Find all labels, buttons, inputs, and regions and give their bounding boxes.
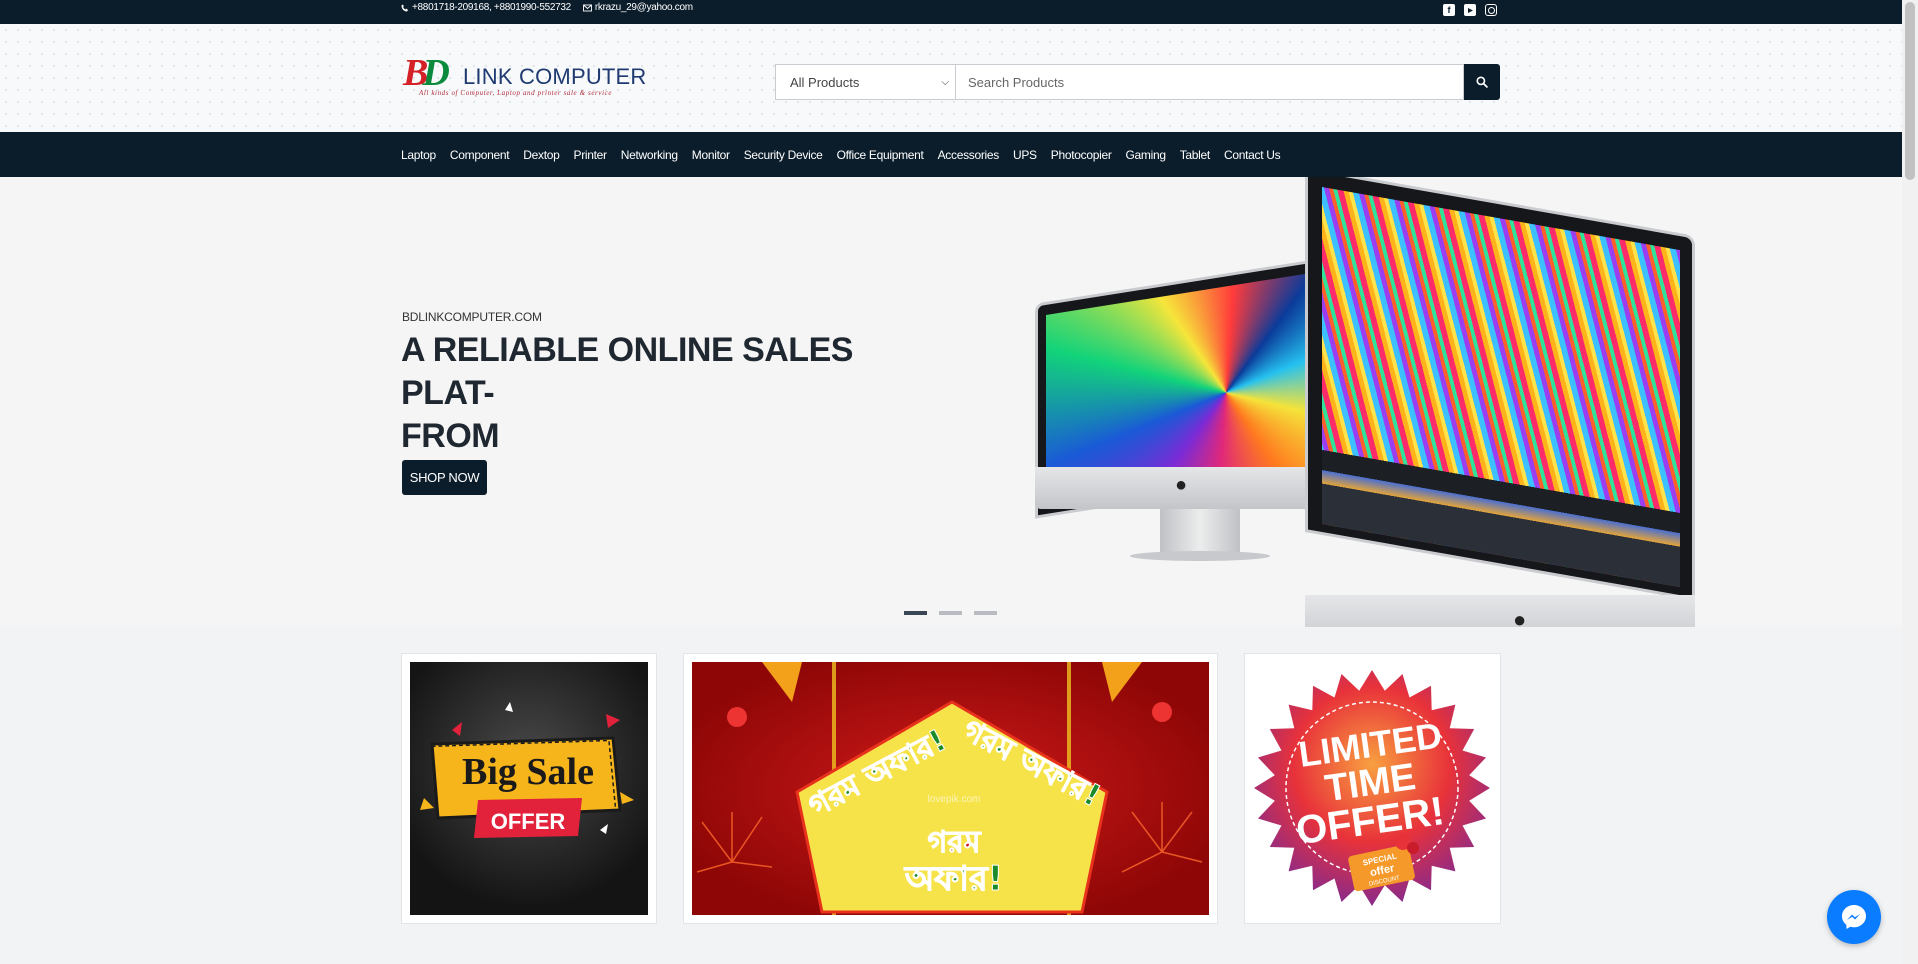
nav-item-printer[interactable]: Printer — [573, 148, 607, 162]
search-input[interactable] — [956, 64, 1464, 100]
slider-dots — [904, 611, 997, 615]
phone-text: +8801718-209168, +8801990-552732 — [412, 2, 571, 13]
scrollbar-thumb[interactable] — [1905, 2, 1915, 180]
big-sale-line1: Big Sale — [462, 751, 594, 793]
limited-offer-artwork: LIMITED TIME OFFER! SPECIAL offer DISCOU… — [1254, 670, 1490, 906]
nav-item-gaming[interactable]: Gaming — [1126, 148, 1167, 162]
main-nav: Laptop Component Dextop Printer Networking Mo… — [0, 132, 1902, 177]
nav-item-laptop[interactable]: Laptop — [401, 148, 436, 162]
youtube-icon[interactable] — [1464, 4, 1476, 16]
nav-item-ups[interactable]: UPS — [1013, 148, 1037, 162]
banner-big-sale[interactable]: Big Sale OFFER — [401, 653, 657, 924]
nav-item-dextop[interactable]: Dextop — [523, 148, 560, 162]
top-bar: +8801718-209168, +8801990-552732 rkrazu_… — [0, 0, 1902, 24]
nav-item-office-equipment[interactable]: Office Equipment — [837, 148, 924, 162]
phone-icon — [401, 4, 408, 11]
logo-tagline: All kinds of Computer, Laptop and printe… — [419, 89, 613, 97]
hero-title-line1: A RELIABLE ONLINE SALES PLAT- — [401, 331, 853, 412]
apple-logo-icon: ● — [1513, 607, 1527, 627]
nav-item-photocopier[interactable]: Photocopier — [1051, 148, 1112, 162]
email-text: rkrazu_29@yahoo.com — [594, 2, 693, 13]
hero-title: A RELIABLE ONLINE SALES PLAT- FROM — [401, 329, 921, 458]
category-select-value: All Products — [790, 74, 860, 90]
page-scrollbar[interactable] — [1902, 0, 1918, 964]
banner-limited-time-offer[interactable]: LIMITED TIME OFFER! SPECIAL offer DISCOU… — [1244, 653, 1501, 924]
social-links: f — [1443, 4, 1497, 16]
site-header: BD LINK COMPUTER All kinds of Computer, … — [0, 24, 1902, 132]
big-sale-line2: OFFER — [491, 809, 566, 834]
site-logo[interactable]: BD LINK COMPUTER All kinds of Computer, … — [401, 51, 651, 99]
slider-dot-3[interactable] — [974, 611, 997, 615]
nav-item-contact-us[interactable]: Contact Us — [1224, 148, 1281, 162]
envelope-icon — [582, 4, 592, 11]
slider-dot-1[interactable] — [904, 611, 927, 615]
big-sale-artwork: Big Sale OFFER — [420, 702, 634, 838]
nav-list: Laptop Component Dextop Printer Networking Mo… — [401, 132, 1281, 177]
search-icon — [1476, 76, 1488, 88]
festival-text-center-bottom: অফার! — [904, 859, 1003, 899]
hero-subtitle: BDLINKCOMPUTER.COM — [402, 310, 542, 324]
slider-dot-2[interactable] — [939, 611, 962, 615]
nav-item-networking[interactable]: Networking — [621, 148, 678, 162]
category-select[interactable]: All Products ⌵ — [775, 64, 956, 100]
apple-logo-icon: ● — [1175, 474, 1188, 496]
nav-item-accessories[interactable]: Accessories — [938, 148, 1000, 162]
festival-text-center-top: গরম — [928, 825, 982, 860]
search-button[interactable] — [1464, 64, 1500, 100]
imac-front-image: ● — [1305, 177, 1695, 627]
email-contact[interactable]: rkrazu_29@yahoo.com — [582, 2, 693, 13]
search-bar: All Products ⌵ — [775, 64, 1500, 100]
banner-festival-offer[interactable]: গরম অফার! গরম অফার! গরম অফার! lovepik.co… — [683, 653, 1218, 924]
shop-now-button[interactable]: SHOP NOW — [402, 460, 487, 495]
facebook-icon[interactable]: f — [1443, 4, 1455, 16]
logo-name: LINK COMPUTER — [463, 64, 647, 89]
instagram-icon[interactable] — [1485, 4, 1497, 16]
promo-banners: Big Sale OFFER গরম অফার! গরম অফার! গরম অ… — [0, 627, 1902, 964]
messenger-icon — [1842, 905, 1866, 929]
phone-contact[interactable]: +8801718-209168, +8801990-552732 — [401, 2, 571, 13]
nav-item-monitor[interactable]: Monitor — [692, 148, 730, 162]
festival-artwork: গরম অফার! গরম অফার! গরম অফার! lovepik.co… — [696, 662, 1203, 915]
nav-item-tablet[interactable]: Tablet — [1180, 148, 1211, 162]
festival-watermark: lovepik.com — [928, 794, 981, 805]
hero-title-line2: FROM — [401, 417, 500, 455]
nav-item-component[interactable]: Component — [450, 148, 510, 162]
hero-slider: BDLINKCOMPUTER.COM A RELIABLE ONLINE SAL… — [0, 177, 1902, 627]
chevron-down-icon: ⌵ — [941, 76, 949, 88]
contact-info: +8801718-209168, +8801990-552732 rkrazu_… — [401, 2, 693, 13]
messenger-chat-button[interactable] — [1827, 890, 1881, 944]
nav-item-security-device[interactable]: Security Device — [744, 148, 823, 162]
